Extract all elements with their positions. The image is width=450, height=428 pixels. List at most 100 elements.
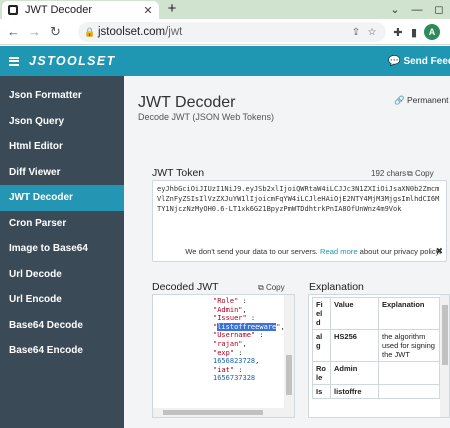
table-cell: al g [312,329,331,362]
sidebar-item-cron-parser[interactable]: Cron Parser [0,211,124,237]
url-text[interactable]: jstoolset.com/jwt [98,26,348,38]
json-sep: : [255,331,264,340]
jwt-token-label: JWT Token [152,167,205,179]
send-feedback-label: Send Feedb [403,55,450,67]
privacy-notice: We don't send your data to our servers. … [153,247,441,256]
address-bar[interactable]: 🔒 jstoolset.com/jwt ⇪ ☆ [78,22,386,42]
forward-icon[interactable]: → [24,24,45,39]
sidebar-item-base64-decode[interactable]: Base64 Decode [0,313,124,339]
copy-icon: ⧉ [407,169,413,178]
read-more-link[interactable]: Read more [320,247,358,256]
scrollbar-thumb[interactable] [442,305,448,365]
explanation-label: Explanation [309,281,364,293]
permanent-link-button[interactable]: 🔗 Permanent L [394,95,450,106]
lock-icon[interactable]: 🔒 [84,27,96,38]
column-header: Value [330,297,379,330]
copy-decoded-button[interactable]: ⧉ Copy [258,283,285,293]
decoded-json-panel[interactable]: "Role" : "Admin", "Issuer" : "listoffree… [152,294,295,418]
table-cell [378,384,440,399]
sidebar-item-image-to-base64[interactable]: Image to Base64 [0,236,124,262]
chat-icon: 💬 [388,55,401,67]
send-feedback-button[interactable]: 💬 Send Feedb [388,46,450,76]
json-key: "exp" [213,348,235,357]
permanent-link-label: Permanent L [406,95,450,105]
sidebar: Json Formatter Json Query Html Editor Di… [0,76,124,428]
reload-icon[interactable]: ↻ [45,24,66,40]
privacy-notice-pre: We don't send your data to our servers. [185,247,320,256]
page-title: JWT Decoder [138,94,236,111]
browser-tab-strip: JWT Decoder ✕ + ⌄ — ◻ [0,0,450,19]
table-cell: the algorithm used for signing the JWT [378,329,440,362]
bookmark-star-icon[interactable]: ☆ [364,27,380,38]
back-icon[interactable]: ← [3,24,24,39]
copy-token-button[interactable]: ⧉ Copy [407,169,434,179]
copy-label: Copy [265,283,285,292]
side-panel-icon[interactable]: ▮ [406,26,422,39]
jwt-token-text: eyJhbGciOiJIUzI1NiJ9.eyJSb2xlIjoiQWRtaW4… [157,185,440,213]
sidebar-item-json-query[interactable]: Json Query [0,109,124,135]
window-controls: ⌄ — ◻ [384,0,450,19]
json-comma: , [242,305,247,314]
link-icon: 🔗 [394,95,405,105]
table-cell: Ro le [312,361,331,385]
json-value: "Admin" [213,305,243,314]
hamburger-menu-icon[interactable] [9,56,19,66]
json-comma: , [242,339,247,348]
minimize-icon[interactable]: — [406,4,428,16]
url-path: /jwt [165,26,183,38]
decoded-vertical-scrollbar[interactable] [284,295,294,408]
decoded-jwt-label: Decoded JWT [152,281,219,293]
sidebar-item-diff-viewer[interactable]: Diff Viewer [0,160,124,186]
profile-avatar[interactable]: A [424,24,440,40]
json-key: "Issuer" [213,314,247,323]
share-icon[interactable]: ⇪ [348,27,364,38]
json-number: 1656737328 [213,374,256,383]
jwt-token-input[interactable]: eyJhbGciOiJIUzI1NiJ9.eyJSb2xlIjoiQWRtaW4… [152,180,447,262]
browser-toolbar: ← → ↻ 🔒 jstoolset.com/jwt ⇪ ☆ ✚ ▮ A [0,19,450,45]
decoded-horizontal-scrollbar[interactable] [153,408,294,417]
tab-title: JWT Decoder [25,4,93,16]
tab-search-icon[interactable]: ⌄ [384,3,406,16]
sidebar-item-html-editor[interactable]: Html Editor [0,134,124,160]
scrollbar-thumb[interactable] [286,355,292,395]
json-sep: : [238,297,247,305]
json-sep: : [234,365,243,374]
scrollbar-thumb[interactable] [163,410,263,415]
sidebar-item-json-formatter[interactable]: Json Formatter [0,83,124,109]
table-cell: Is [312,384,331,399]
table-row: al g HS256 the algorithm used for signin… [312,329,440,362]
extensions-puzzle-icon[interactable]: ✚ [390,26,406,39]
json-value: "rajan" [213,339,243,348]
sidebar-item-base64-encode[interactable]: Base64 Encode [0,338,124,364]
tab-close-icon[interactable]: ✕ [141,4,155,17]
new-tab-button[interactable]: + [164,1,180,17]
json-sep: : [234,348,243,357]
char-count: 192 chars [371,169,407,178]
url-domain: jstoolset.com [98,26,166,38]
table-cell: Admin [330,361,379,385]
json-key: "Username" [213,331,256,340]
json-sep: : [246,314,256,323]
dismiss-notice-icon[interactable]: ✖ [435,246,443,257]
sidebar-item-url-encode[interactable]: Url Encode [0,287,124,313]
json-key: "iat" [213,365,235,374]
selected-text[interactable]: listoffreeware [217,322,277,331]
explanation-table: Fi el d Value Explanation al g HS256 the… [312,297,440,399]
table-row: Is listoffre [312,384,440,399]
browser-tab[interactable]: JWT Decoder ✕ [2,1,159,19]
json-key: "Role" [213,297,239,305]
decoded-json-code: "Role" : "Admin", "Issuer" : "listoffree… [213,297,285,383]
explanation-panel[interactable]: Fi el d Value Explanation al g HS256 the… [308,294,450,418]
site-logo[interactable]: JSTOOLSET [29,54,116,68]
table-cell: HS256 [330,329,379,362]
page-subtitle: Decode JWT (JSON Web Tokens) [138,112,275,122]
explanation-vertical-scrollbar[interactable] [440,295,449,417]
maximize-icon[interactable]: ◻ [428,3,450,16]
site-header: JSTOOLSET 💬 Send Feedb [0,46,450,76]
main-content: JWT Decoder Decode JWT (JSON Web Tokens)… [124,76,450,428]
table-cell: listoffre [330,384,379,399]
json-comma: , [255,357,260,366]
sidebar-item-jwt-decoder[interactable]: JWT Decoder [0,185,124,211]
sidebar-item-url-decode[interactable]: Url Decode [0,262,124,288]
copy-label: Copy [414,169,434,178]
